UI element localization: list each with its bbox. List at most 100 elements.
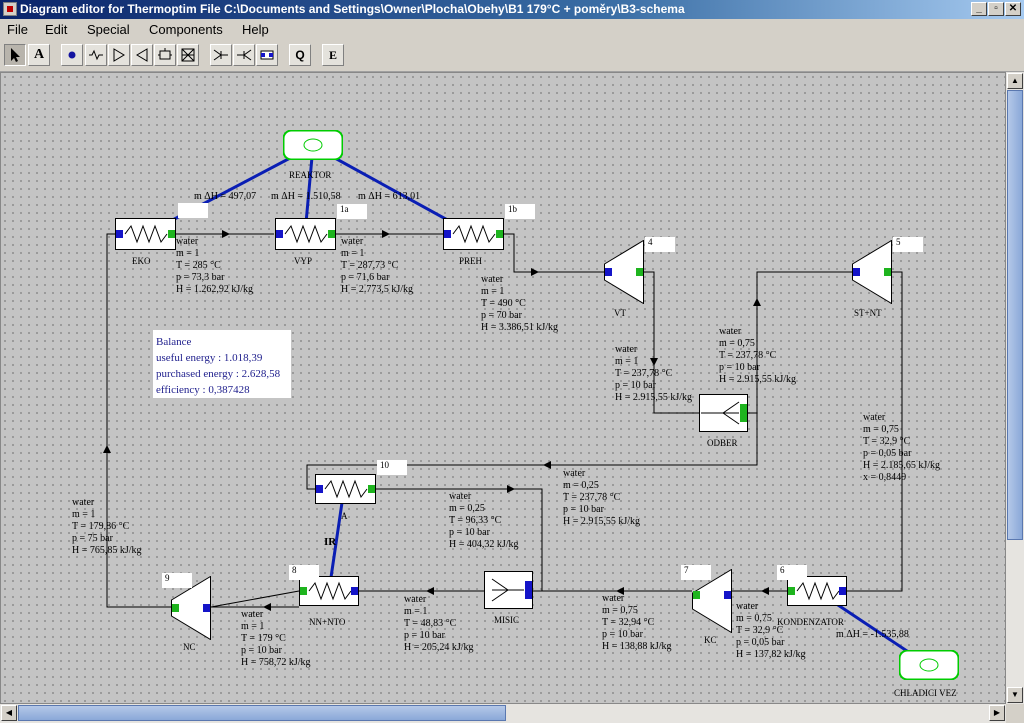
menu-components[interactable]: Components (149, 22, 223, 37)
eko-component[interactable]: EKO (115, 218, 176, 266)
chladici-vez-label: CHLADICI VEZ (894, 688, 957, 698)
mixer-icon (484, 571, 533, 609)
heat-exchanger-tool-button[interactable] (256, 44, 278, 66)
turbine-icon (604, 239, 644, 305)
expansion-tool-button[interactable] (131, 44, 153, 66)
exchange-vyp: m ΔH = 1.510,58 (271, 191, 341, 202)
menu-help[interactable]: Help (242, 22, 269, 37)
nn-nto-component[interactable]: NN+NTO (299, 576, 359, 627)
balance-panel[interactable]: Balance useful energy : 1.018,39 purchas… (153, 330, 291, 398)
compressor-tool-button[interactable] (108, 44, 130, 66)
st-nt-label: ST+NT (854, 308, 882, 318)
scroll-right-icon[interactable]: ▶ (989, 705, 1005, 721)
point-nc-in: water m = 1T = 179,86 °C p = 75 bar H = 765… (72, 497, 142, 556)
point-odber-st: water m = 0,75 T = 237,78 °C p = 10 bar H = … (719, 326, 797, 385)
heat-exchanger-icon (299, 576, 359, 606)
diagram-links (103, 144, 930, 667)
close-button[interactable]: ✕ (1005, 2, 1021, 16)
odber-label: ODBER (707, 438, 738, 448)
horizontal-scroll-thumb[interactable] (18, 705, 506, 721)
node-label-box[interactable] (178, 203, 208, 218)
menu-edit[interactable]: Edit (45, 22, 67, 37)
node-label-9[interactable]: 9 (162, 573, 192, 588)
expansion-icon (136, 48, 148, 62)
reaktor-label: REAKTOR (289, 170, 332, 180)
point-eko-vyp: water m = 1T = 285 °C p = 73,3 bar H = 1.26… (176, 236, 254, 295)
point-vyp-preh: water m = 1T = 287,73 °C p = 71,6 bar H = 2… (341, 236, 414, 295)
vertical-scroll-thumb[interactable] (1007, 90, 1023, 540)
exchange-eko: m ΔH = 497,07 (194, 191, 257, 202)
heat-transfer-tool-button[interactable]: Q (289, 44, 311, 66)
horizontal-scrollbar[interactable]: ◀ ▶ (0, 704, 1006, 723)
a-component[interactable]: A (315, 474, 376, 521)
misic-label: MISIC (494, 615, 520, 625)
mixer-tool-button[interactable] (210, 44, 232, 66)
combustion-tool-button[interactable] (154, 44, 176, 66)
throttle-tool-button[interactable] (177, 44, 199, 66)
vyp-component[interactable]: VYP (275, 218, 336, 266)
reaktor-component[interactable]: REAKTOR (282, 129, 344, 180)
balance-purchased-energy: purchased energy : 2.628,58 (156, 368, 281, 380)
node-label-10[interactable]: 10 (377, 460, 407, 475)
menu-bar: File Edit Special Components Help (0, 19, 1024, 40)
maximize-button[interactable]: ▫ (988, 2, 1004, 16)
scroll-down-icon[interactable]: ▼ (1007, 687, 1023, 703)
kc-label: KC (704, 635, 717, 645)
app-icon (3, 2, 17, 16)
node-label-7[interactable]: 7 (681, 565, 711, 580)
scroll-up-icon[interactable]: ▲ (1007, 73, 1023, 89)
select-tool-button[interactable] (4, 44, 26, 66)
vertical-scrollbar[interactable]: ▲ ▼ (1006, 72, 1024, 704)
point-preh-vt: water m = 1T = 490 °C p = 70 bar H = 3.386,… (481, 274, 559, 333)
node-tool-button[interactable] (61, 44, 83, 66)
node-label-6[interactable]: 6 (777, 565, 807, 580)
heat-sink-icon (898, 649, 960, 681)
odber-component[interactable]: ODBER (699, 394, 748, 448)
diagram-canvas[interactable]: EKO VYP PREH VT ST+NT ODBER A NN+NTO MIS… (0, 72, 1006, 704)
heat-exchanger-icon (443, 218, 504, 250)
balance-useful-energy: useful energy : 1.018,39 (156, 352, 263, 364)
exchange-kondenzator: m ΔH = -1.535,88 (836, 629, 909, 640)
point-odber-a: water m = 0,25 T = 237,78 °C p = 10 bar H = … (563, 468, 641, 527)
divider-tool-button[interactable] (233, 44, 255, 66)
point-a-out: water m = 0,25 T = 96,33 °C p = 10 bar H = 4… (449, 491, 519, 550)
ir-label: IR (324, 536, 337, 548)
st-nt-component[interactable]: ST+NT (852, 239, 892, 318)
compressor-icon (113, 48, 125, 62)
exchanger-tool-button[interactable] (85, 44, 107, 66)
menu-file[interactable]: File (7, 22, 28, 37)
arrow-pointer-icon (11, 48, 20, 62)
preh-component[interactable]: PREH (443, 218, 504, 266)
heat-exchanger-icon (115, 218, 176, 250)
point-misic-out: water m = 1T = 48,83 °C p = 10 bar H = 205,… (404, 594, 474, 653)
balance-efficiency: efficiency : 0,387428 (156, 384, 250, 396)
title-bar: Diagram editor for Thermoptim File C:\Do… (0, 0, 1024, 19)
divider-icon (699, 394, 748, 432)
balance-title: Balance (156, 336, 192, 348)
combustion-chamber-icon (158, 48, 172, 60)
chladici-vez-component[interactable]: CHLADICI VEZ (894, 649, 960, 698)
scroll-left-icon[interactable]: ◀ (1, 705, 17, 721)
preh-label: PREH (459, 256, 483, 266)
toolbar: A Q E (0, 40, 1024, 72)
node-label-4[interactable]: 4 (645, 237, 675, 252)
point-kc-out: water m = 0,75 T = 32,94 °C p = 10 bar H = 1… (602, 593, 672, 652)
point-kond-out: water m = 0,75 T = 32,9 °C p = 0,05 bar H = … (736, 601, 806, 660)
mixer-icon (213, 49, 228, 61)
node-label-1b[interactable]: 1b (505, 204, 535, 219)
node-label-1a[interactable]: 1a (337, 204, 367, 219)
menu-special[interactable]: Special (87, 22, 130, 37)
divider-icon (237, 49, 252, 61)
external-component-tool-button[interactable]: E (322, 44, 344, 66)
exchanger-icon (89, 49, 103, 61)
point-vt-out: water m = 1T = 237,78 °C p = 10 bar H = 2.9… (615, 344, 693, 403)
heat-exchanger-icon (315, 474, 376, 504)
minimize-button[interactable]: _ (971, 2, 987, 16)
node-label-5[interactable]: 5 (893, 237, 923, 252)
node-label-8[interactable]: 8 (289, 565, 319, 580)
scroll-corner (1006, 704, 1024, 723)
vt-component[interactable]: VT (604, 239, 644, 318)
point-st-out: water m = 0,75 T = 32,9 °C p = 0,05 bar H = … (863, 412, 941, 483)
text-tool-button[interactable]: A (28, 44, 50, 66)
misic-component[interactable]: MISIC (484, 571, 533, 625)
